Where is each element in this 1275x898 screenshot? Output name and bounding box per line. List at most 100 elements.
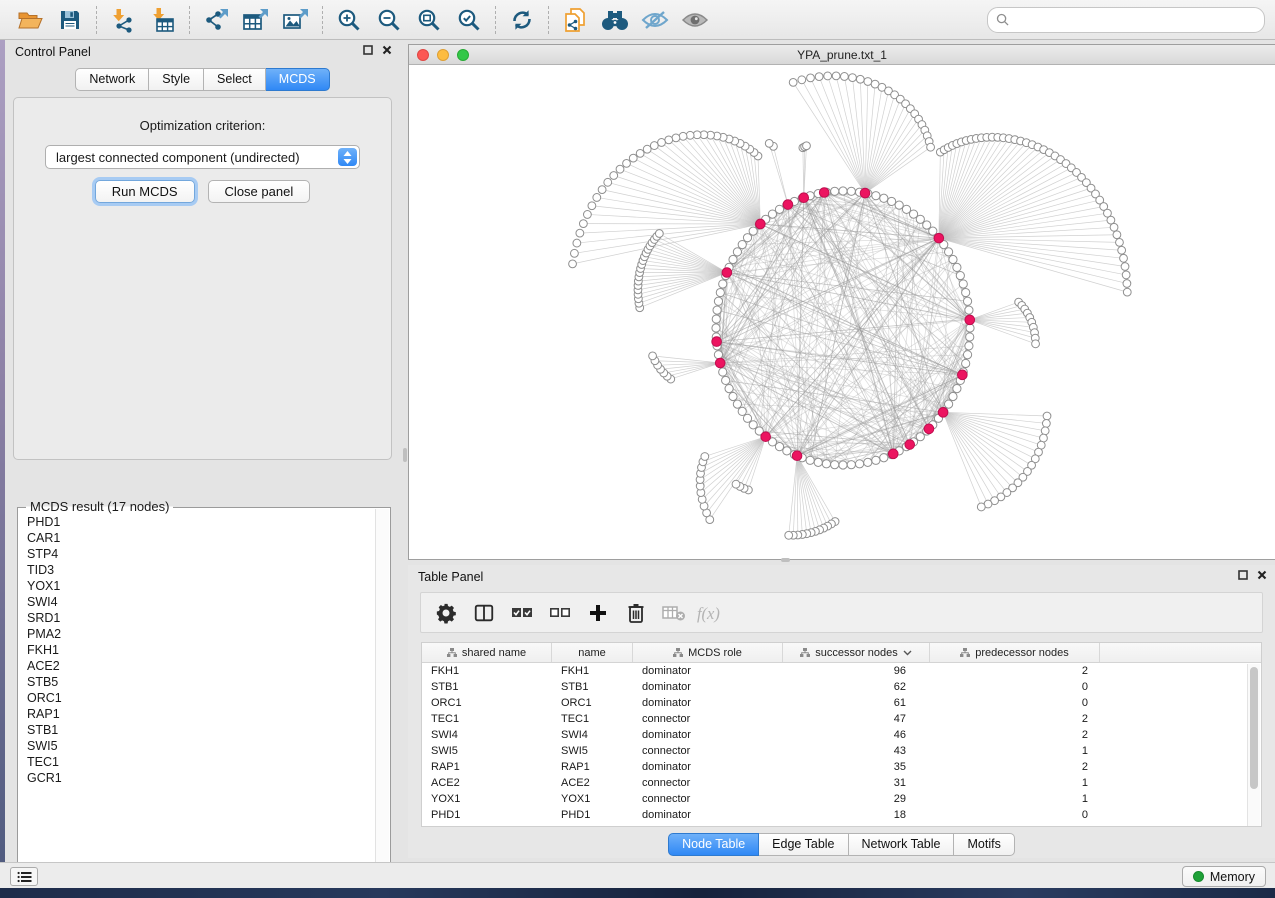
float-panel-icon[interactable] xyxy=(363,45,373,55)
select-all-rows-icon xyxy=(510,604,534,622)
tab-motifs[interactable]: Motifs xyxy=(954,833,1014,856)
table-scrollbar-track[interactable] xyxy=(1247,664,1260,827)
table-row[interactable]: RAP1RAP1dominator352 xyxy=(422,759,1261,775)
table-scrollbar-thumb[interactable] xyxy=(1250,667,1258,789)
tab-node-table[interactable]: Node Table xyxy=(668,833,759,856)
zoom-out-button[interactable] xyxy=(369,3,409,37)
mcds-result-item[interactable]: ACE2 xyxy=(27,658,390,674)
mcds-tab-panel: Optimization criterion: largest connecte… xyxy=(13,97,392,460)
delete-row-button[interactable] xyxy=(619,596,652,629)
close-panel-button[interactable]: Close panel xyxy=(208,180,311,203)
table-row[interactable]: ACE2ACE2connector311 xyxy=(422,775,1261,791)
memory-button[interactable]: Memory xyxy=(1182,866,1266,887)
minimize-window-icon[interactable] xyxy=(437,49,449,61)
mcds-result-item[interactable]: TID3 xyxy=(27,562,390,578)
column-selector-button[interactable] xyxy=(467,596,500,629)
table-row[interactable]: ORC1ORC1dominator610 xyxy=(422,695,1261,711)
export-network-button[interactable] xyxy=(196,3,236,37)
save-session-button[interactable] xyxy=(50,3,90,37)
table-row[interactable]: PHD1PHD1dominator180 xyxy=(422,807,1261,823)
import-network-button[interactable] xyxy=(103,3,143,37)
main-toolbar xyxy=(0,0,1275,40)
mcds-result-item[interactable]: SWI4 xyxy=(27,594,390,610)
column-attribute-icon xyxy=(960,648,970,658)
mcds-result-item[interactable]: GCR1 xyxy=(27,770,390,786)
optimization-criterion-dropdown[interactable]: largest connected component (undirected) xyxy=(45,145,360,169)
export-image-button[interactable] xyxy=(276,3,316,37)
export-table-button[interactable] xyxy=(236,3,276,37)
mcds-result-item[interactable]: STB1 xyxy=(27,722,390,738)
add-row-button[interactable] xyxy=(581,596,614,629)
tab-mcds[interactable]: MCDS xyxy=(266,68,330,91)
zoom-selected-icon xyxy=(456,7,482,33)
mcds-result-item[interactable]: PMA2 xyxy=(27,626,390,642)
open-file-button[interactable] xyxy=(10,3,50,37)
close-table-panel-icon[interactable] xyxy=(1257,570,1267,580)
mcds-result-item[interactable]: CAR1 xyxy=(27,530,390,546)
tab-style[interactable]: Style xyxy=(149,68,204,91)
table-settings-button[interactable] xyxy=(429,596,462,629)
table-row[interactable]: TEC1TEC1connector472 xyxy=(422,711,1261,727)
network-graph[interactable] xyxy=(409,65,1275,559)
hide-selected-button[interactable] xyxy=(635,3,675,37)
zoom-in-button[interactable] xyxy=(329,3,369,37)
select-all-rows-button[interactable] xyxy=(505,596,538,629)
desktop-wallpaper-bottom xyxy=(0,888,1275,898)
mcds-result-item[interactable]: PHD1 xyxy=(27,514,390,530)
clone-network-button[interactable] xyxy=(555,3,595,37)
deselect-all-rows-button[interactable] xyxy=(543,596,576,629)
mcds-result-item[interactable]: TEC1 xyxy=(27,754,390,770)
tab-edge-table[interactable]: Edge Table xyxy=(759,833,848,856)
binoculars-button[interactable] xyxy=(595,3,635,37)
mcds-result-item[interactable]: YOX1 xyxy=(27,578,390,594)
mcds-result-item[interactable]: SWI5 xyxy=(27,738,390,754)
horizontal-splitter-handle[interactable] xyxy=(781,558,790,562)
maximize-window-icon[interactable] xyxy=(457,49,469,61)
mcds-result-item[interactable]: SRD1 xyxy=(27,610,390,626)
table-row[interactable]: FKH1FKH1dominator962 xyxy=(422,663,1261,679)
close-window-icon[interactable] xyxy=(417,49,429,61)
search-box[interactable] xyxy=(987,7,1265,33)
vertical-splitter-handle[interactable] xyxy=(403,448,407,462)
column-header-name[interactable]: name xyxy=(552,643,633,662)
column-attribute-icon xyxy=(800,648,810,658)
mcds-result-item[interactable]: STP4 xyxy=(27,546,390,562)
delete-table-icon xyxy=(661,603,687,623)
column-header-shared-name[interactable]: shared name xyxy=(422,643,552,662)
refresh-layout-button[interactable] xyxy=(502,3,542,37)
table-row[interactable]: SWI5SWI5connector431 xyxy=(422,743,1261,759)
column-header-successor-nodes[interactable]: successor nodes xyxy=(783,643,930,662)
close-panel-icon[interactable] xyxy=(382,45,392,55)
zoom-selected-button[interactable] xyxy=(449,3,489,37)
mcds-result-item[interactable]: RAP1 xyxy=(27,706,390,722)
run-mcds-button[interactable]: Run MCDS xyxy=(95,180,195,203)
task-history-button[interactable] xyxy=(10,867,38,886)
clone-network-icon xyxy=(562,7,588,33)
svg-text:f(x): f(x) xyxy=(697,603,720,622)
import-table-icon xyxy=(150,7,176,33)
show-all-button[interactable] xyxy=(675,3,715,37)
table-panel-title: Table Panel xyxy=(418,570,483,584)
tab-select[interactable]: Select xyxy=(204,68,266,91)
mcds-result-scrollbar[interactable] xyxy=(375,509,389,879)
table-row[interactable]: STB1STB1dominator620 xyxy=(422,679,1261,695)
table-row[interactable]: SWI4SWI4dominator462 xyxy=(422,727,1261,743)
search-input[interactable] xyxy=(1014,12,1256,28)
toolbar-separator xyxy=(548,6,549,34)
float-table-panel-icon[interactable] xyxy=(1238,570,1248,580)
table-row[interactable]: YOX1YOX1connector291 xyxy=(422,791,1261,807)
column-header-MCDS-role[interactable]: MCDS role xyxy=(633,643,783,662)
mcds-result-item[interactable]: FKH1 xyxy=(27,642,390,658)
tab-network-table[interactable]: Network Table xyxy=(849,833,955,856)
column-header-predecessor-nodes[interactable]: predecessor nodes xyxy=(930,643,1100,662)
import-table-button[interactable] xyxy=(143,3,183,37)
zoom-fit-button[interactable] xyxy=(409,3,449,37)
sort-desc-icon xyxy=(903,650,912,656)
toolbar-separator xyxy=(495,6,496,34)
mcds-result-item[interactable]: STB5 xyxy=(27,674,390,690)
table-settings-icon xyxy=(435,602,457,624)
show-all-icon xyxy=(680,9,710,31)
mcds-result-item[interactable]: ORC1 xyxy=(27,690,390,706)
network-window-titlebar[interactable]: YPA_prune.txt_1 xyxy=(409,45,1275,65)
tab-network[interactable]: Network xyxy=(75,68,149,91)
